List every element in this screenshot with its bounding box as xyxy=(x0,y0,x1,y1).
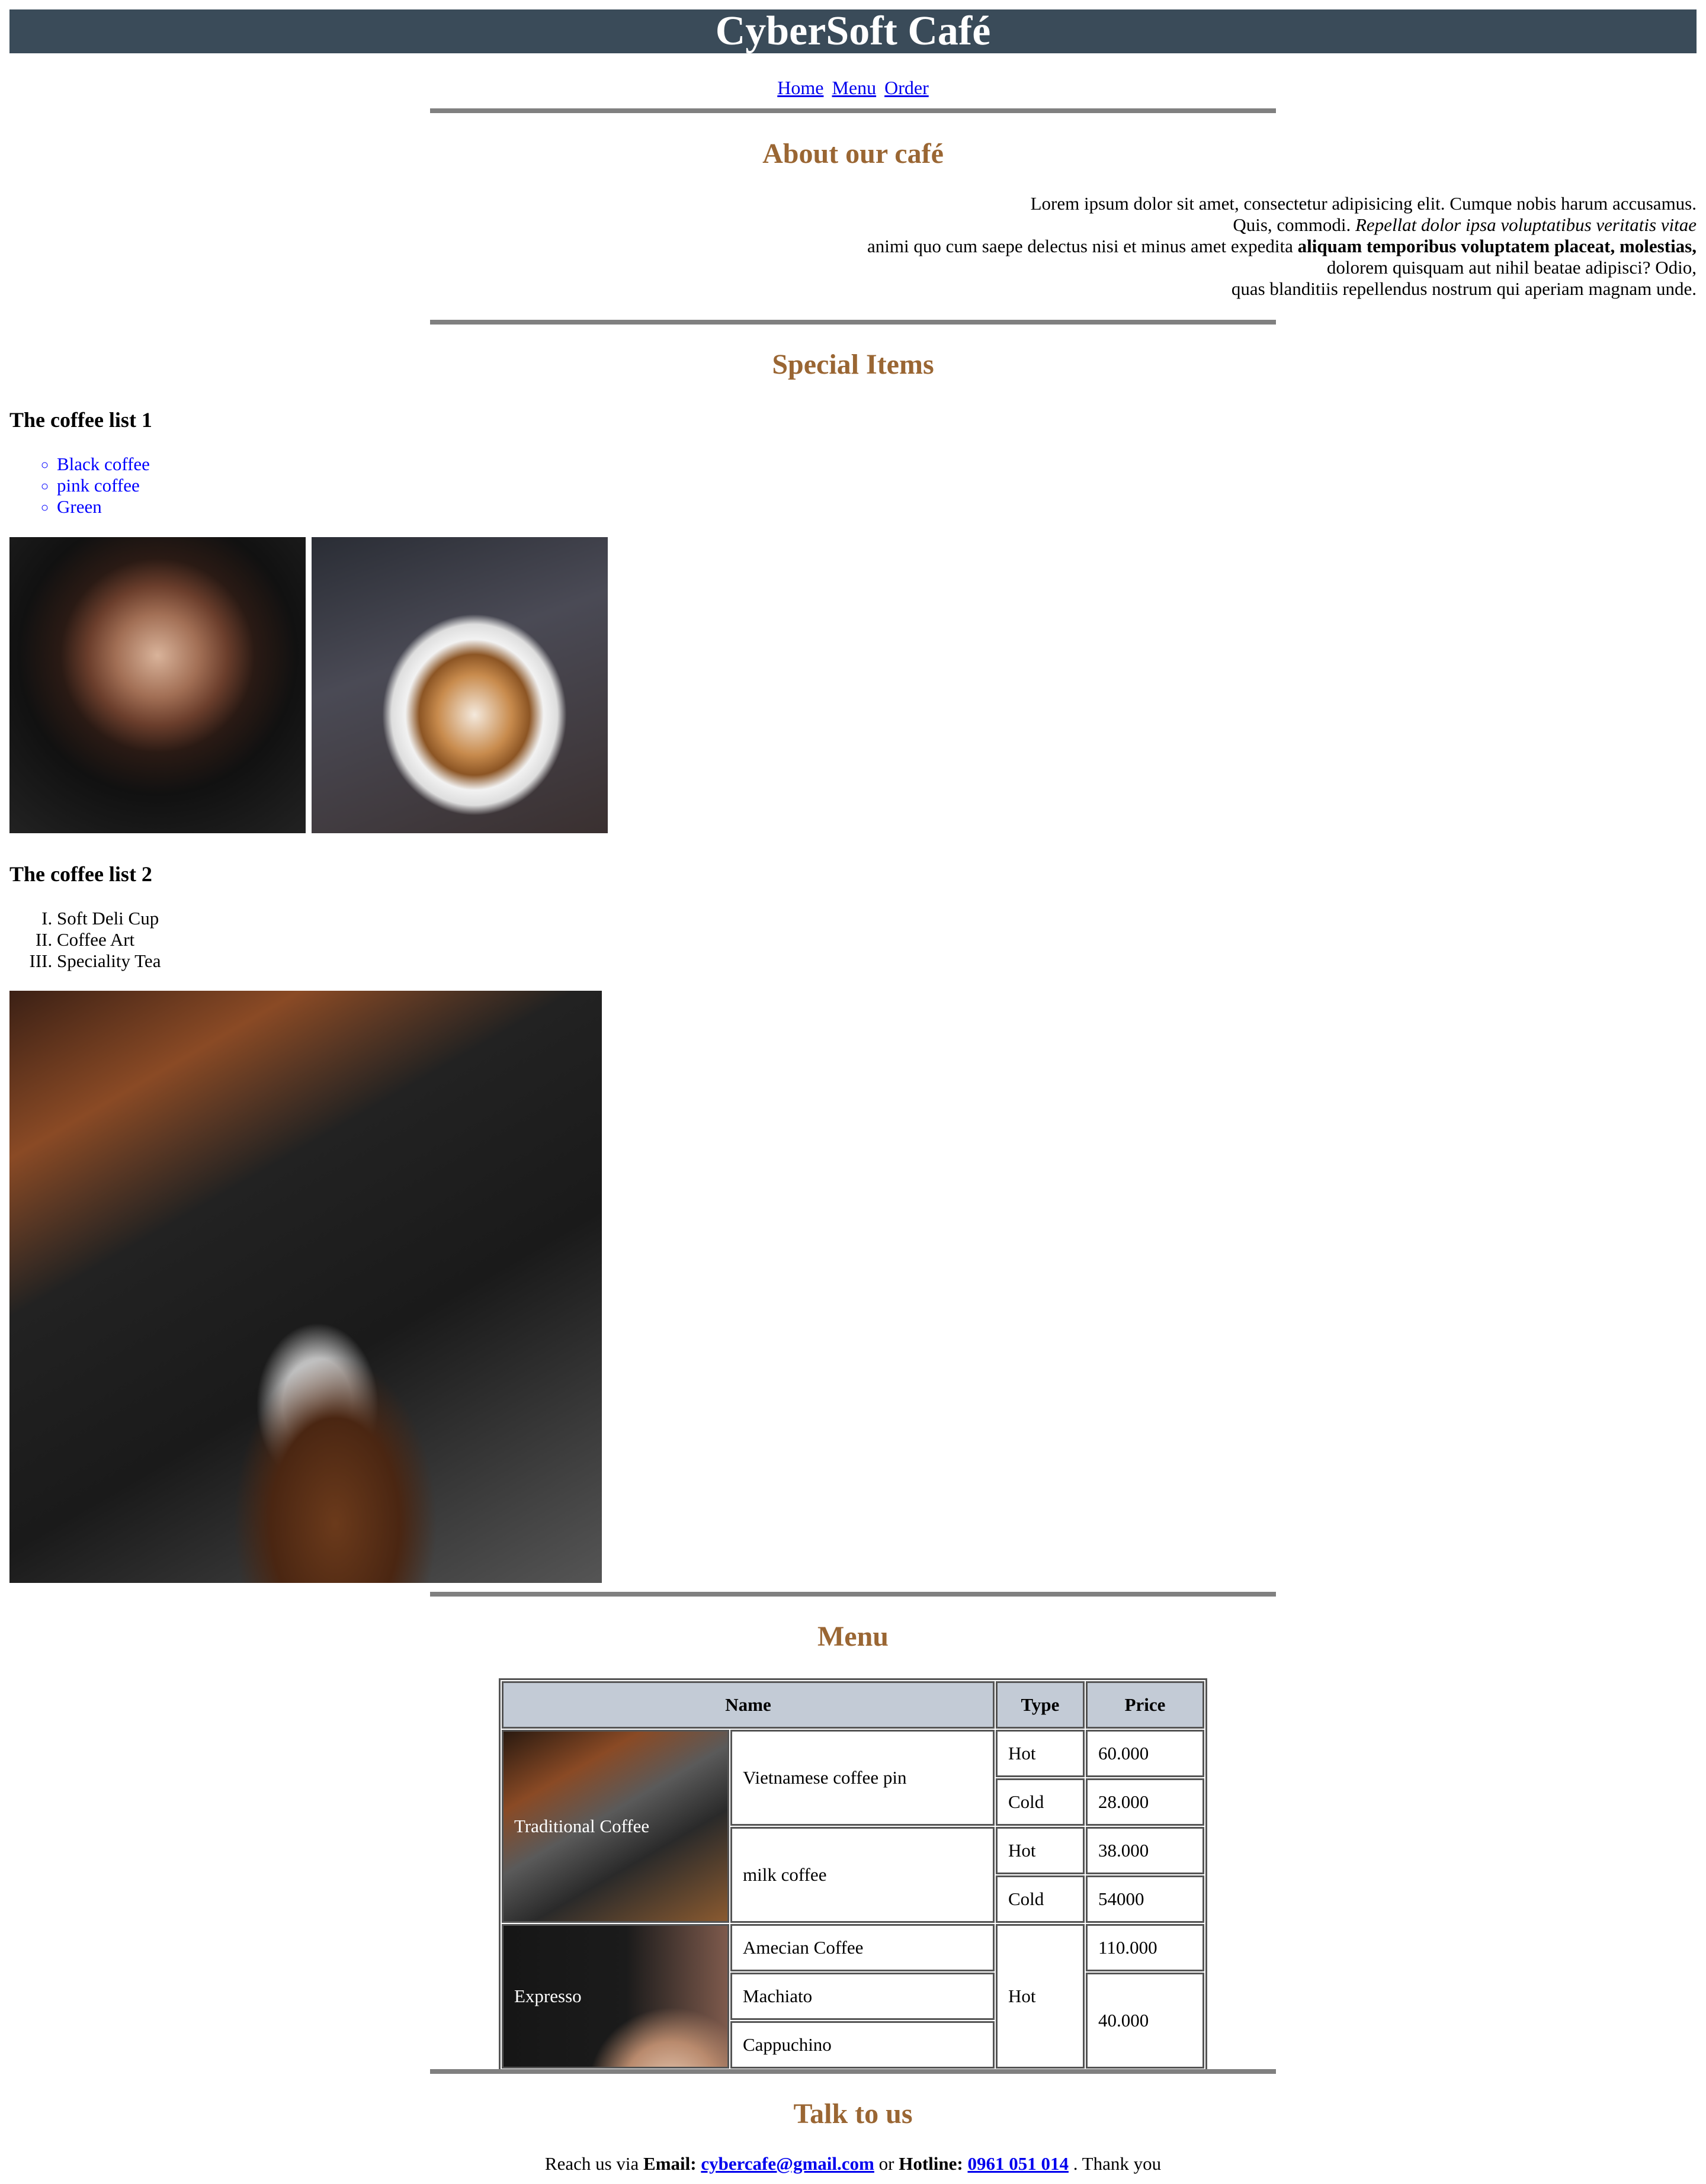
table-row: Expresso Amecian Coffee Hot 110.000 xyxy=(502,1924,1204,2069)
contact-or: or xyxy=(874,2153,899,2174)
traditional-coffee-label: Traditional Coffee xyxy=(514,1816,650,1836)
french-press-pour-photo xyxy=(9,991,602,1583)
about-line-3: animi quo cum saepe delectus nisi et min… xyxy=(512,236,1697,257)
nav-menu-link[interactable]: Menu xyxy=(832,77,876,98)
nav-order-link[interactable]: Order xyxy=(884,77,929,98)
main-nav: Home Menu Order xyxy=(0,77,1706,98)
header-price: Price xyxy=(1086,1681,1204,1729)
about-title: About our café xyxy=(762,138,944,169)
about-line-2-italic: Repellat dolor ipsa voluptatibus veritat… xyxy=(1355,214,1697,235)
table-header-row: Name Type Price xyxy=(502,1681,1204,1729)
item-name: Vietnamese coffee pin xyxy=(730,1730,995,1826)
item-price: 40.000 xyxy=(1086,1973,1204,2069)
coffee-list-1-title: The coffee list 1 xyxy=(9,408,152,432)
contact-prefix: Reach us via xyxy=(544,2153,644,2174)
about-line-2-plain: Quis, commodi. xyxy=(1233,214,1355,235)
menu-table: Name Type Price Traditional Coffee Vietn… xyxy=(499,1678,1207,2071)
coffee-list-2-title: The coffee list 2 xyxy=(9,862,152,886)
about-line-2: Quis, commodi. Repellat dolor ipsa volup… xyxy=(512,214,1697,236)
list-item: Speciality Tea xyxy=(57,950,161,972)
list-item: Black coffee xyxy=(57,454,150,475)
about-line-3-bold: aliquam temporibus voluptatem placeat, m… xyxy=(1297,236,1697,256)
latte-pouring-photo xyxy=(312,537,608,833)
site-header: CyberSoft Café xyxy=(9,9,1697,53)
item-type: Hot xyxy=(996,1924,1085,2069)
item-price: 54000 xyxy=(1086,1875,1204,1923)
traditional-coffee-image-cell: Traditional Coffee xyxy=(502,1730,729,1923)
item-type: Cold xyxy=(996,1875,1085,1923)
list-item: Green xyxy=(57,496,150,518)
item-type: Hot xyxy=(996,1730,1085,1777)
about-line-5: quas blanditiis repellendus nostrum qui … xyxy=(1231,278,1697,299)
table-row: Traditional Coffee Vietnamese coffee pin… xyxy=(502,1730,1204,1923)
latte-art-cup-photo xyxy=(9,537,306,833)
item-price: 38.000 xyxy=(1086,1827,1204,1874)
item-price: 28.000 xyxy=(1086,1778,1204,1826)
about-text: Lorem ipsum dolor sit amet, consectetur … xyxy=(512,193,1697,300)
about-line-3-plain: animi quo cum saepe delectus nisi et min… xyxy=(867,236,1298,256)
expresso-image-cell: Expresso xyxy=(502,1924,729,2069)
coffee-list-2: Soft Deli Cup Coffee Art Speciality Tea xyxy=(9,908,161,972)
item-name: Machiato xyxy=(730,1973,995,2020)
divider xyxy=(430,1592,1276,1597)
about-line-1: Lorem ipsum dolor sit amet, consectetur … xyxy=(1030,193,1697,214)
header-type: Type xyxy=(996,1681,1085,1729)
item-name: Amecian Coffee xyxy=(730,1924,995,1971)
item-price: 110.000 xyxy=(1086,1924,1204,1971)
nav-home-link[interactable]: Home xyxy=(777,77,823,98)
divider xyxy=(430,108,1276,113)
site-title: CyberSoft Café xyxy=(715,8,991,54)
item-type: Hot xyxy=(996,1827,1085,1874)
list-item: pink coffee xyxy=(57,475,150,496)
email-link[interactable]: cybercafe@gmail.com xyxy=(701,2153,874,2174)
email-label: Email: xyxy=(643,2153,697,2174)
special-title: Special Items xyxy=(772,349,934,380)
item-type: Cold xyxy=(996,1778,1085,1826)
contact-suffix: . Thank you xyxy=(1068,2153,1162,2174)
contact-title: Talk to us xyxy=(793,2098,913,2130)
divider xyxy=(430,320,1276,325)
hotline-link[interactable]: 0961 051 014 xyxy=(967,2153,1069,2174)
header-name: Name xyxy=(502,1681,995,1729)
list-item: Coffee Art xyxy=(57,929,161,950)
menu-title: Menu xyxy=(817,1621,889,1652)
about-line-4: dolorem quisquam aut nihil beatae adipis… xyxy=(1326,257,1697,278)
item-name: Cappuchino xyxy=(730,2021,995,2069)
item-name: milk coffee xyxy=(730,1827,995,1923)
coffee-list-1: Black coffee pink coffee Green xyxy=(9,454,150,518)
expresso-label: Expresso xyxy=(514,1986,582,2006)
contact-line: Reach us via Email: cybercafe@gmail.com … xyxy=(0,2153,1706,2175)
item-price: 60.000 xyxy=(1086,1730,1204,1777)
hotline-label: Hotline: xyxy=(899,2153,963,2174)
list-item: Soft Deli Cup xyxy=(57,908,161,929)
divider xyxy=(430,2069,1276,2074)
